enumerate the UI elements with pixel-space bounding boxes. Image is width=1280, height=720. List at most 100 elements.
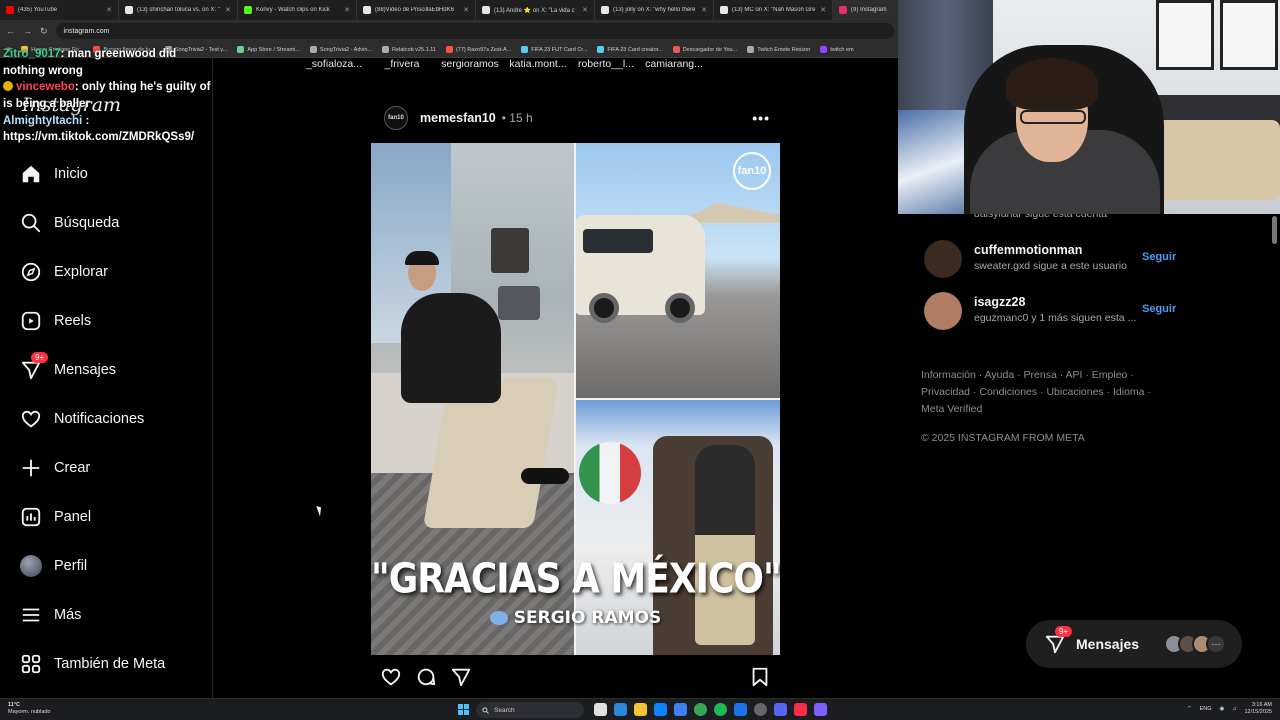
mail-icon[interactable] bbox=[674, 703, 687, 716]
like-heart-icon[interactable] bbox=[380, 666, 402, 688]
weather-widget[interactable]: 11°C Mayorm. nublado bbox=[8, 702, 51, 716]
chrome-icon[interactable] bbox=[694, 703, 707, 716]
messages-badge: 9+ bbox=[1055, 626, 1073, 637]
discord-icon[interactable] bbox=[774, 703, 787, 716]
comment-icon[interactable] bbox=[415, 666, 437, 688]
bookmark-item[interactable]: (77) Razo97s Zest-A... bbox=[445, 46, 512, 53]
spotify-icon[interactable] bbox=[714, 703, 727, 716]
bookmark-item[interactable]: Relatcob v25.1.11 bbox=[382, 46, 436, 53]
bookmark-item[interactable]: Descargador de You... bbox=[672, 46, 738, 53]
post-time: • 15 h bbox=[501, 111, 533, 125]
nav-dashboard[interactable]: Panel bbox=[20, 502, 91, 532]
browser-tab[interactable]: (435) YouTube ✕ bbox=[0, 0, 119, 20]
story-username[interactable]: roberto__l... bbox=[572, 58, 640, 74]
nav-also-from-meta[interactable]: También de Meta bbox=[20, 649, 165, 679]
story-username[interactable]: camiarang... bbox=[640, 58, 708, 74]
nav-notifications-label: Notificaciones bbox=[54, 411, 145, 427]
task-view-icon[interactable] bbox=[594, 703, 607, 716]
edge-icon[interactable] bbox=[614, 703, 627, 716]
browser-tab[interactable]: (13) shinchan toluca vs. on X: " ✕ bbox=[119, 0, 238, 20]
bookmark-item[interactable]: Twitch Emote Resizer bbox=[747, 46, 810, 53]
url-field[interactable]: instagram.com bbox=[55, 23, 894, 39]
clock[interactable]: 3:16 AM 12/15/2025 bbox=[1244, 702, 1272, 716]
browser-tab[interactable]: (13) Andre ⭐ on X: "La vida c ✕ bbox=[476, 0, 595, 20]
close-icon[interactable]: ✕ bbox=[701, 6, 707, 14]
nav-more[interactable]: Más bbox=[20, 600, 81, 630]
post-username[interactable]: memesfan10 bbox=[420, 111, 496, 125]
footer-links[interactable]: Información · Ayuda · Prensa · API · Emp… bbox=[921, 367, 1161, 418]
page-scrollbar[interactable] bbox=[1272, 216, 1277, 244]
post-byline-text: SERGIO RAMOS bbox=[513, 608, 662, 628]
app-icon[interactable] bbox=[734, 703, 747, 716]
browser-tab[interactable]: Konvy - Watch clips on Kick ✕ bbox=[238, 0, 357, 20]
meta-apps-icon bbox=[20, 653, 42, 675]
close-icon[interactable]: ✕ bbox=[582, 6, 588, 14]
reload-icon[interactable]: ↻ bbox=[40, 26, 48, 37]
suggestion-username[interactable]: isagzz28 bbox=[974, 295, 1025, 309]
taskbar-search[interactable]: Search bbox=[476, 702, 584, 718]
story-username[interactable]: katia.mont... bbox=[504, 58, 572, 74]
forward-icon[interactable]: → bbox=[23, 26, 32, 36]
close-icon[interactable]: ✕ bbox=[463, 6, 469, 14]
language-indicator[interactable]: ENG bbox=[1200, 706, 1212, 712]
browser-tab[interactable]: (13) jolly on X: "why hello there ✕ bbox=[595, 0, 714, 20]
bookmark-item[interactable]: SongTrivia2 - Advin... bbox=[309, 46, 372, 53]
bookmark-label: (77) Razo97s Zest-A... bbox=[455, 46, 512, 53]
more-options-icon[interactable]: ••• bbox=[752, 110, 770, 126]
bookmark-item[interactable]: FIFA 23 FUT Card Cr... bbox=[521, 46, 587, 53]
nav-create[interactable]: Crear bbox=[20, 453, 90, 483]
close-icon[interactable]: ✕ bbox=[225, 6, 231, 14]
bookmark-item[interactable]: twitch em bbox=[820, 46, 854, 53]
nav-messages[interactable]: 9+ Mensajes bbox=[20, 352, 116, 385]
back-icon[interactable]: ← bbox=[6, 26, 15, 36]
bookmark-label: Descargador de You... bbox=[682, 46, 738, 53]
browser-tab[interactable]: (88)Video de PriscillaEbHdK6 ✕ bbox=[357, 0, 476, 20]
avatar[interactable] bbox=[924, 240, 962, 278]
messages-floating-button[interactable]: 9+ Mensajes ··· bbox=[1026, 620, 1242, 668]
chat-message: Zitro_9017: man greenwood did nothing wr… bbox=[3, 46, 213, 79]
follow-button[interactable]: Seguir bbox=[1142, 303, 1176, 315]
post-avatar[interactable]: fan10 bbox=[384, 106, 408, 130]
tray-chevron-icon[interactable]: ⌃ bbox=[1187, 706, 1192, 712]
obs-icon[interactable] bbox=[754, 703, 767, 716]
windows-start-icon[interactable] bbox=[458, 704, 469, 715]
message-avatars: ··· bbox=[1164, 634, 1226, 654]
nav-home[interactable]: Inicio bbox=[20, 159, 88, 189]
store-icon[interactable] bbox=[654, 703, 667, 716]
story-username[interactable]: sergioramos bbox=[436, 58, 504, 74]
speech-bubble-icon bbox=[489, 611, 508, 625]
browser-tab[interactable]: (9) Instagram✕ bbox=[833, 0, 900, 20]
webcam-jersey-frame bbox=[1156, 0, 1214, 70]
tab-favicon-icon bbox=[601, 6, 609, 14]
bookmark-icon[interactable] bbox=[749, 666, 771, 688]
story-username[interactable]: _frivera bbox=[368, 58, 436, 74]
suggestion-username[interactable]: cuffemmotionman bbox=[974, 243, 1082, 257]
nav-profile[interactable]: Perfil bbox=[20, 551, 87, 581]
bookmark-label: twitch em bbox=[830, 46, 854, 53]
share-icon[interactable] bbox=[450, 666, 472, 688]
teams-icon[interactable] bbox=[814, 703, 827, 716]
story-username[interactable]: _sofialoza... bbox=[300, 58, 368, 74]
suggestion-row: cuffemmotionman sweater.gxd sigue a este… bbox=[924, 238, 1184, 278]
volume-icon[interactable]: ♫ bbox=[1232, 706, 1236, 712]
close-icon[interactable]: ✕ bbox=[344, 6, 350, 14]
taskbar-apps bbox=[594, 703, 827, 716]
music-icon[interactable] bbox=[794, 703, 807, 716]
nav-notifications[interactable]: Notificaciones bbox=[20, 404, 144, 434]
nav-search[interactable]: Búsqueda bbox=[20, 208, 119, 238]
bookmark-item[interactable]: FIFA 23 Card creator... bbox=[597, 46, 663, 53]
wifi-icon[interactable]: ◉ bbox=[1220, 706, 1225, 712]
close-icon[interactable]: ✕ bbox=[106, 6, 112, 14]
browser-tab[interactable]: (13) MC on X: "Nah Mason Gre ✕ bbox=[714, 0, 833, 20]
bookmark-item[interactable]: App Store / Streami... bbox=[237, 46, 300, 53]
tab-favicon-icon bbox=[720, 6, 728, 14]
photo-lamp bbox=[491, 228, 529, 273]
avatar[interactable] bbox=[924, 292, 962, 330]
post-image[interactable]: fan10 "GRACIAS A MÉXICO" SERGIO RAMOS bbox=[371, 143, 780, 655]
tab-title: (13) Andre ⭐ on X: "La vida c bbox=[494, 7, 575, 14]
close-icon[interactable]: ✕ bbox=[820, 6, 826, 14]
file-explorer-icon[interactable] bbox=[634, 703, 647, 716]
nav-reels[interactable]: Reels bbox=[20, 306, 91, 336]
nav-explore[interactable]: Explorar bbox=[20, 257, 108, 287]
follow-button[interactable]: Seguir bbox=[1142, 251, 1176, 263]
